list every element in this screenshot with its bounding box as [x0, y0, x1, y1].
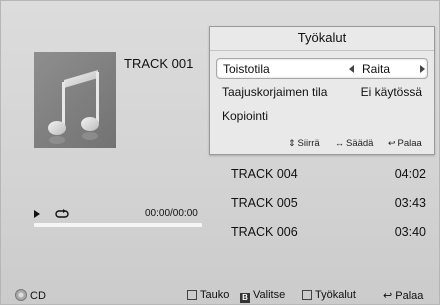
select-hint[interactable]: B Valitse — [240, 289, 285, 303]
hint-move: ⇕ Siirrä — [288, 134, 320, 153]
track-row[interactable]: TRACK 006 03:40 — [231, 225, 426, 247]
b-key-icon: B — [240, 293, 250, 303]
track-duration: 03:43 — [394, 196, 426, 210]
play-icon — [34, 210, 40, 218]
source-indicator: CD — [15, 289, 46, 302]
track-row[interactable]: TRACK 005 03:43 — [231, 196, 426, 218]
play-mode-value: Raita — [362, 62, 391, 76]
hint-adjust: ↔ Säädä — [335, 134, 373, 153]
tools-row-equalizer[interactable]: Taajuskorjaimen tila Ei käytössä — [216, 82, 428, 103]
button-guide-bar: CD Tauko B Valitse Työkalut ↩ Palaa — [1, 281, 440, 306]
arrow-right-icon[interactable] — [420, 65, 425, 73]
up-down-arrows-icon: ⇕ — [288, 138, 296, 148]
tools-row-label: Toistotila — [223, 62, 270, 76]
return-icon: ↩ — [388, 138, 396, 148]
track-duration: 04:02 — [394, 167, 426, 181]
tools-menu-title: Työkalut — [210, 27, 434, 51]
tools-row-copy[interactable]: Kopiointi — [216, 106, 428, 127]
tools-row-play-mode[interactable]: Toistotila Raita — [216, 58, 428, 79]
now-playing-title: TRACK 001 — [124, 56, 194, 71]
tools-hint[interactable]: Työkalut — [302, 289, 356, 301]
tools-row-label: Kopiointi — [222, 109, 269, 123]
player-screen: TRACK 001 00:00/00:00 Työkalut Toistotil… — [0, 0, 440, 305]
tools-key-icon — [302, 290, 312, 300]
time-readout: 00:00/00:00 — [145, 208, 198, 219]
track-duration: 03:40 — [394, 225, 426, 239]
album-art — [34, 52, 116, 148]
repeat-icon — [55, 209, 69, 218]
tools-row-label: Taajuskorjaimen tila — [222, 85, 328, 99]
track-name: TRACK 006 — [231, 225, 298, 239]
play-mode-selector[interactable]: Raita — [347, 59, 427, 78]
pause-key-icon — [187, 290, 197, 300]
track-row[interactable]: TRACK 004 04:02 — [231, 167, 426, 189]
hint-back: ↩ Palaa — [388, 134, 422, 153]
progress-bar[interactable] — [34, 223, 202, 227]
tools-hints: ⇕ Siirrä ↔ Säädä ↩ Palaa — [210, 134, 434, 152]
left-right-arrows-icon: ↔ — [335, 138, 344, 148]
pause-hint[interactable]: Tauko — [187, 289, 229, 301]
disc-icon — [15, 289, 27, 301]
track-name: TRACK 005 — [231, 196, 298, 210]
return-icon: ↩ — [383, 290, 393, 302]
back-hint[interactable]: ↩ Palaa — [383, 289, 423, 302]
tools-menu: Työkalut Toistotila Raita Taajuskorjaime… — [209, 26, 435, 155]
equalizer-value: Ei käytössä — [360, 85, 422, 99]
music-note-icon — [48, 70, 99, 144]
track-name: TRACK 004 — [231, 167, 298, 181]
arrow-left-icon[interactable] — [349, 65, 354, 73]
